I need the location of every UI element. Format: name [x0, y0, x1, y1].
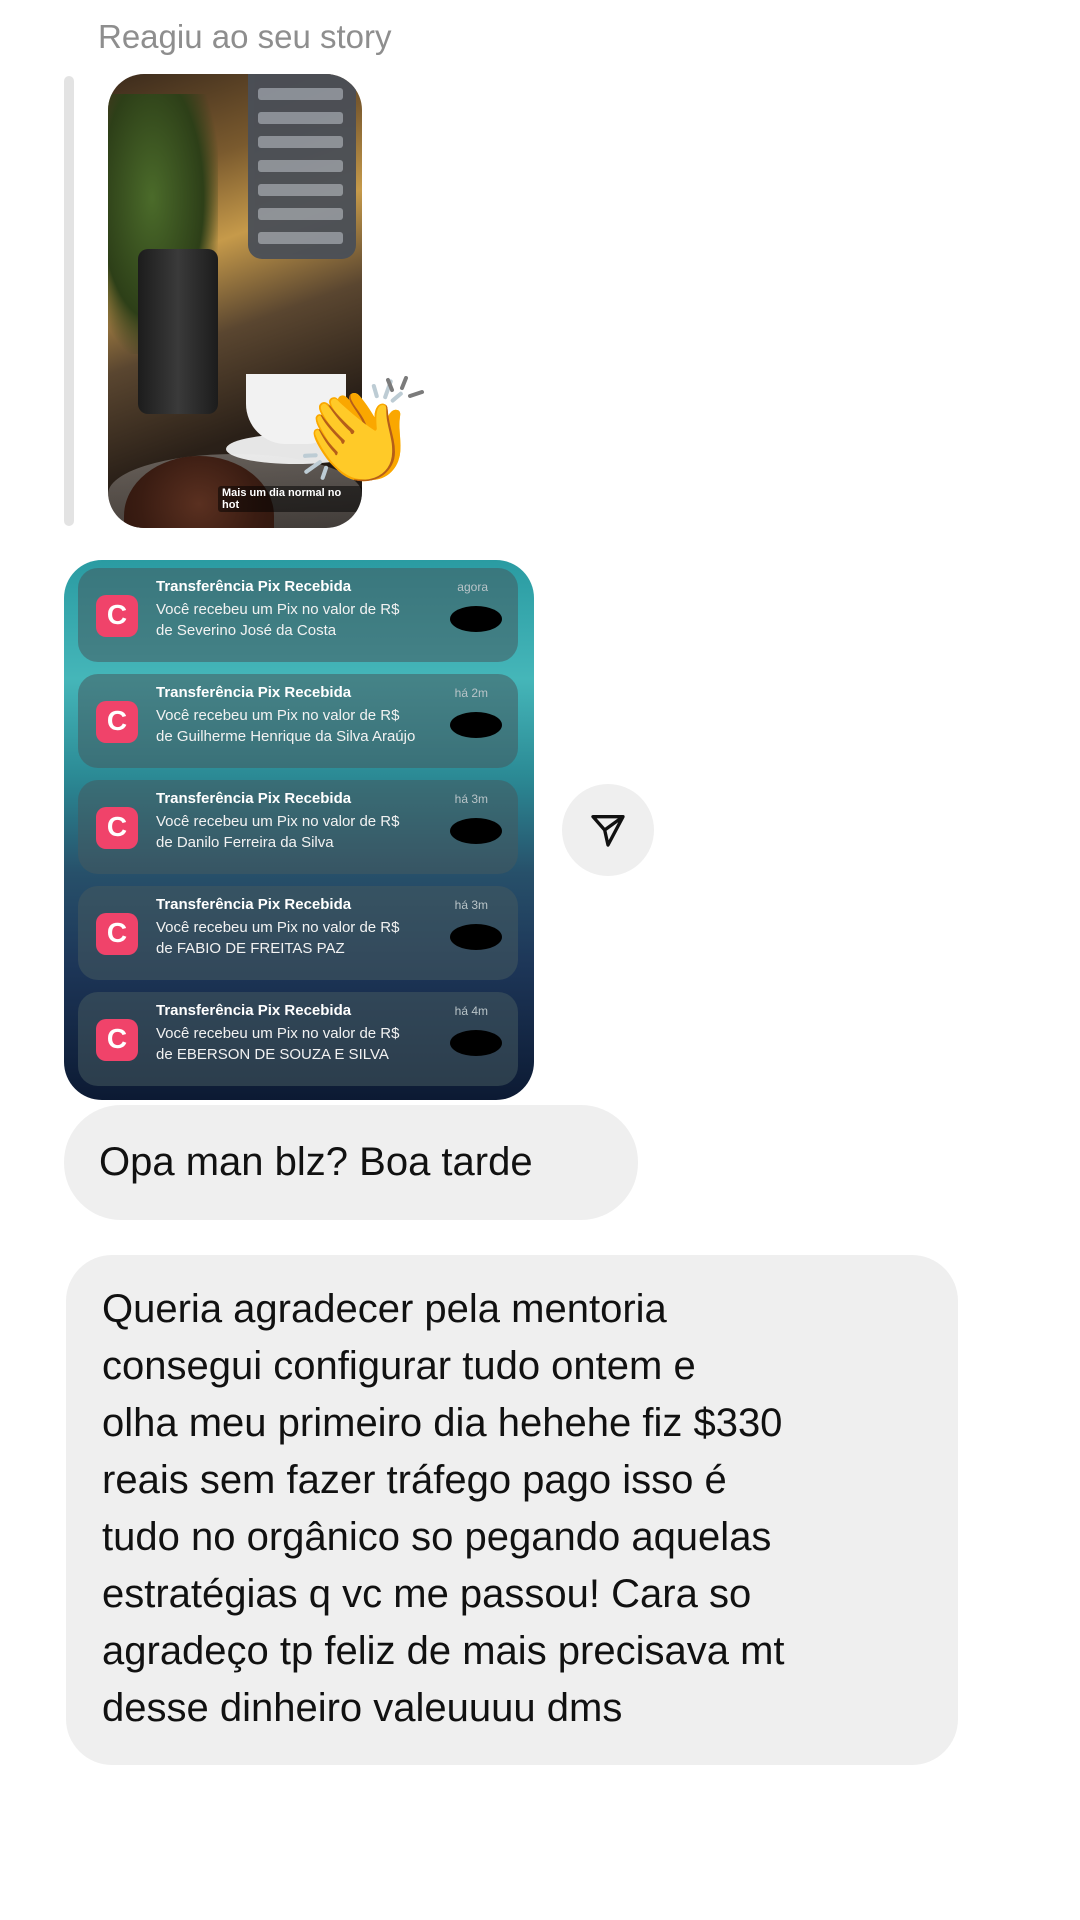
- notification-title: Transferência Pix Recebida: [156, 684, 352, 701]
- app-logo-icon: C: [96, 913, 138, 955]
- notification-time: há 4m: [454, 1004, 488, 1018]
- message-text-line: desse dinheiro valeuuuu dms: [102, 1686, 623, 1730]
- message-text-line: Queria agradecer pela mentoria: [102, 1287, 667, 1331]
- app-logo-icon: C: [96, 1019, 138, 1061]
- notification-sender: de Guilherme Henrique da Silva Araújo: [156, 728, 416, 745]
- story-notification-panel: [248, 74, 356, 259]
- notification-sender: de EBERSON DE SOUZA E SILVA: [156, 1046, 389, 1063]
- redaction-mark: [450, 1030, 502, 1056]
- notification-title: Transferência Pix Recebida: [156, 790, 352, 807]
- notification-time: há 2m: [454, 686, 488, 700]
- message-text-line: reais sem fazer tráfego pago isso é: [102, 1458, 727, 1502]
- app-logo-icon: C: [96, 701, 138, 743]
- notification-time: há 3m: [454, 792, 488, 806]
- redaction-mark: [450, 924, 502, 950]
- notification-body: Você recebeu um Pix no valor de R$: [156, 813, 400, 830]
- redaction-mark: [450, 606, 502, 632]
- message-text-line: consegui configurar tudo ontem e: [102, 1344, 696, 1388]
- reaction-label: Reagiu ao seu story: [98, 18, 392, 55]
- message-bubble[interactable]: Queria agradecer pela mentoria consegui …: [66, 1255, 958, 1765]
- pix-notification: C Transferência Pix Recebida há 3m Você …: [78, 780, 518, 874]
- pix-notification: C Transferência Pix Recebida há 2m Você …: [78, 674, 518, 768]
- paper-plane-icon: [591, 815, 625, 847]
- notification-body: Você recebeu um Pix no valor de R$: [156, 707, 400, 724]
- notification-time: agora: [457, 580, 488, 594]
- pix-notification: C Transferência Pix Recebida há 3m Você …: [78, 886, 518, 980]
- notification-body: Você recebeu um Pix no valor de R$: [156, 1025, 400, 1042]
- share-button[interactable]: [562, 784, 654, 876]
- clap-sparkle-icon: [386, 376, 424, 398]
- notification-title: Transferência Pix Recebida: [156, 578, 352, 595]
- message-text-line: agradeço tp feliz de mais precisava mt: [102, 1629, 785, 1673]
- notification-time: há 3m: [454, 898, 488, 912]
- redaction-mark: [450, 712, 502, 738]
- message-text-line: olha meu primeiro dia hehehe fiz $330: [102, 1401, 783, 1445]
- pix-screenshot-image[interactable]: C Transferência Pix Recebida agora Você …: [64, 560, 534, 1100]
- message-text-line: tudo no orgânico so pegando aquelas: [102, 1515, 772, 1559]
- notification-title: Transferência Pix Recebida: [156, 1002, 352, 1019]
- notification-body: Você recebeu um Pix no valor de R$: [156, 601, 400, 618]
- notification-body: Você recebeu um Pix no valor de R$: [156, 919, 400, 936]
- story-reply-bar: [64, 76, 74, 526]
- message-text-line: estratégias q vc me passou! Cara so: [102, 1572, 752, 1616]
- story-coffee-press: [138, 249, 218, 414]
- message-bubble[interactable]: Opa man blz? Boa tarde: [64, 1105, 638, 1220]
- pix-notification: C Transferência Pix Recebida há 4m Você …: [78, 992, 518, 1086]
- app-logo-icon: C: [96, 595, 138, 637]
- notification-sender: de Danilo Ferreira da Silva: [156, 834, 334, 851]
- notification-title: Transferência Pix Recebida: [156, 896, 352, 913]
- message-text: Opa man blz? Boa tarde: [99, 1140, 533, 1184]
- pix-notification: C Transferência Pix Recebida agora Você …: [78, 568, 518, 662]
- notification-sender: de FABIO DE FREITAS PAZ: [156, 940, 345, 957]
- redaction-mark: [450, 818, 502, 844]
- app-logo-icon: C: [96, 807, 138, 849]
- notification-sender: de Severino José da Costa: [156, 622, 337, 639]
